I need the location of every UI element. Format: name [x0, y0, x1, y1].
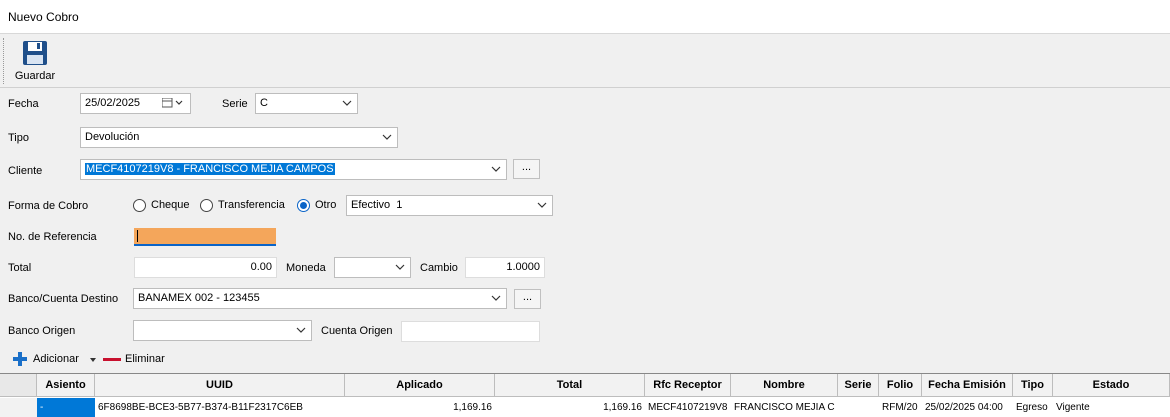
- fecha-date-picker[interactable]: 25/02/2025: [80, 93, 191, 114]
- cell-aplicado[interactable]: 1,169.16: [345, 398, 495, 417]
- forma-cobro-label: Forma de Cobro: [8, 200, 89, 212]
- banco-destino-browse-button[interactable]: ...: [514, 289, 541, 309]
- col-header-uuid[interactable]: UUID: [95, 374, 345, 397]
- window-title: Nuevo Cobro: [8, 10, 79, 24]
- moneda-label: Moneda: [286, 262, 326, 274]
- cell-tipo[interactable]: Egreso: [1013, 398, 1053, 417]
- cell-nombre[interactable]: FRANCISCO MEJIA C: [731, 398, 838, 417]
- col-header-estado[interactable]: Estado: [1053, 374, 1170, 397]
- radio-cheque[interactable]: [133, 199, 146, 212]
- add-button-label: Adicionar: [33, 353, 79, 365]
- cell-total[interactable]: 1,169.16: [495, 398, 645, 417]
- forma-otro-select[interactable]: Efectivo 1: [346, 195, 553, 216]
- forma-otro-value: Efectivo 1: [351, 199, 403, 211]
- delete-button-label: Eliminar: [125, 353, 165, 365]
- banco-destino-value: BANAMEX 002 - 123455: [138, 292, 260, 304]
- cambio-input[interactable]: 1.0000: [465, 257, 545, 278]
- serie-value: C: [260, 97, 268, 109]
- fecha-value: 25/02/2025: [85, 97, 141, 109]
- col-header-total[interactable]: Total: [495, 374, 645, 397]
- window-titlebar: Nuevo Cobro: [0, 0, 1170, 34]
- banco-destino-label: Banco/Cuenta Destino: [8, 293, 119, 305]
- col-header-serie[interactable]: Serie: [838, 374, 879, 397]
- tipo-value: Devolución: [85, 131, 140, 143]
- cell-fecha-emision[interactable]: 25/02/2025 04:00: [922, 398, 1013, 417]
- dropdown-arrow-icon[interactable]: [90, 358, 96, 362]
- save-button-label: Guardar: [14, 70, 56, 82]
- tipo-select[interactable]: Devolución: [80, 127, 398, 148]
- col-header-folio[interactable]: Folio: [879, 374, 922, 397]
- plus-icon: [13, 352, 27, 366]
- toolbar: Guardar: [0, 34, 1170, 88]
- col-header-rfc[interactable]: Rfc Receptor: [645, 374, 731, 397]
- cell-serie[interactable]: [838, 398, 879, 417]
- cliente-browse-button[interactable]: ...: [513, 159, 540, 179]
- cambio-label: Cambio: [420, 262, 458, 274]
- chevron-down-icon[interactable]: [536, 196, 548, 215]
- radio-otro[interactable]: [297, 199, 310, 212]
- col-header-fecha-emision[interactable]: Fecha Emisión: [922, 374, 1013, 397]
- cell-estado[interactable]: Vigente: [1053, 398, 1170, 417]
- chevron-down-icon[interactable]: [490, 289, 502, 308]
- tipo-label: Tipo: [8, 132, 29, 144]
- cell-rfc[interactable]: MECF4107219V8: [645, 398, 731, 417]
- delete-button[interactable]: Eliminar: [103, 350, 173, 368]
- radio-transferencia[interactable]: [200, 199, 213, 212]
- chevron-down-icon[interactable]: [381, 128, 393, 147]
- serie-label: Serie: [222, 98, 248, 110]
- banco-destino-select[interactable]: BANAMEX 002 - 123455: [133, 288, 507, 309]
- cliente-label: Cliente: [8, 165, 43, 177]
- cliente-select[interactable]: MECF4107219V8 - FRANCISCO MEJIA CAMPOS: [80, 159, 507, 180]
- cell-folio[interactable]: RFM/20: [879, 398, 922, 417]
- cuenta-origen-label: Cuenta Origen: [321, 325, 393, 337]
- col-header-asiento[interactable]: Asiento: [37, 374, 95, 397]
- cell-uuid[interactable]: 6F8698BE-BCE3-5B77-B374-B11F2317C6EB: [95, 398, 345, 417]
- cliente-value: MECF4107219V8 - FRANCISCO MEJIA CAMPOS: [85, 163, 335, 175]
- total-label: Total: [8, 262, 32, 274]
- moneda-select[interactable]: [334, 257, 411, 278]
- chevron-down-icon[interactable]: [295, 321, 307, 340]
- minus-icon: [103, 358, 121, 361]
- row-selector[interactable]: [0, 398, 37, 417]
- radio-otro-label: Otro: [315, 199, 337, 211]
- grid-corner: [0, 374, 37, 397]
- save-button[interactable]: Guardar: [10, 36, 60, 86]
- calendar-icon[interactable]: [162, 94, 186, 113]
- radio-transferencia-label: Transferencia: [218, 199, 285, 211]
- cell-asiento[interactable]: -: [37, 398, 95, 417]
- radio-cheque-label: Cheque: [151, 199, 190, 211]
- chevron-down-icon[interactable]: [490, 160, 502, 179]
- toolbar-grip: [3, 38, 6, 84]
- referencia-label: No. de Referencia: [8, 231, 97, 243]
- referencia-input[interactable]: [134, 228, 276, 246]
- chevron-down-icon[interactable]: [341, 94, 353, 113]
- col-header-aplicado[interactable]: Aplicado: [345, 374, 495, 397]
- cuenta-origen-input[interactable]: [401, 321, 540, 342]
- fecha-label: Fecha: [8, 98, 39, 110]
- col-header-tipo[interactable]: Tipo: [1013, 374, 1053, 397]
- banco-origen-select[interactable]: [133, 320, 312, 341]
- banco-origen-label: Banco Origen: [8, 325, 76, 337]
- col-header-nombre[interactable]: Nombre: [731, 374, 838, 397]
- chevron-down-icon[interactable]: [394, 258, 406, 277]
- total-input[interactable]: 0.00: [134, 257, 277, 278]
- text-cursor: [137, 230, 138, 242]
- serie-select[interactable]: C: [255, 93, 358, 114]
- floppy-disk-icon: [23, 41, 47, 65]
- payments-grid: Asiento UUID Aplicado Total Rfc Receptor…: [0, 373, 1170, 417]
